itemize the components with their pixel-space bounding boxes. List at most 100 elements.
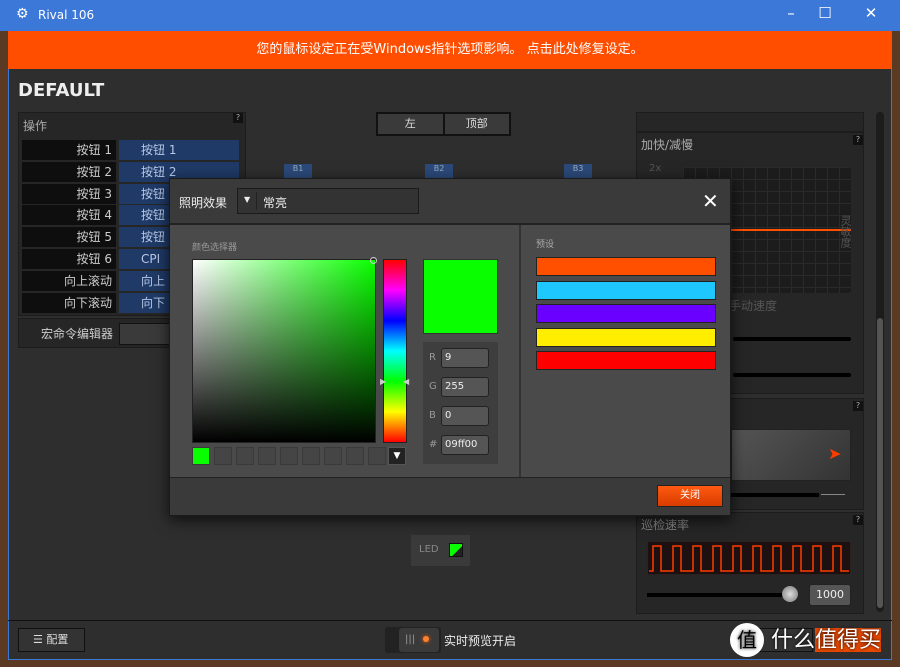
polling-panel: 巡检速率 ? 1000 [636, 512, 864, 614]
g-input[interactable]: 255 [441, 377, 489, 397]
hue-handle-icon[interactable]: ▶ [380, 377, 386, 386]
polling-slider[interactable] [647, 593, 797, 597]
hue-slider[interactable] [383, 259, 407, 443]
preset-color[interactable] [536, 304, 716, 323]
y-top-label: 2x [649, 163, 662, 174]
g-label: G [429, 381, 437, 392]
led-label: LED [419, 544, 439, 555]
swatch-dropdown-button[interactable]: ▼ [388, 447, 406, 465]
maximize-button[interactable]: ☐ [810, 4, 840, 26]
hue-handle-icon[interactable]: ◀ [403, 377, 409, 386]
close-window-button[interactable]: ✕ [856, 4, 886, 26]
button-label: 按钮 4 [22, 205, 116, 226]
recent-color-swatch[interactable] [346, 447, 364, 465]
chevron-down-icon: ▼ [244, 195, 251, 204]
dialog-divider [519, 225, 521, 477]
rgb-fields: R 9 G 255 B 0 # 09ff00 [423, 342, 498, 464]
title-bar: ⚙ Rival 106 – ☐ ✕ [0, 0, 900, 31]
current-color-preview [423, 259, 498, 334]
preset-color[interactable] [536, 280, 716, 300]
b-input[interactable]: 0 [441, 406, 489, 426]
r-input[interactable]: 9 [441, 348, 489, 368]
r-label: R [429, 352, 436, 363]
effect-select[interactable]: ▼ 常亮 [237, 188, 419, 214]
hex-label: # [429, 439, 438, 450]
preset-color[interactable] [536, 257, 716, 276]
scrollbar-thumb[interactable] [877, 318, 883, 608]
effect-label: 照明效果 [179, 196, 228, 210]
cursor-icon: ➤ [828, 444, 842, 463]
warning-banner[interactable]: 您的鼠标设定正在受Windows指针选项影响。 点击此处修复设定。 [8, 31, 892, 69]
recent-color-swatch[interactable] [280, 447, 298, 465]
window-title: Rival 106 [38, 8, 95, 22]
view-tabs: 左 顶部 [376, 112, 511, 136]
button-label: 按钮 2 [22, 161, 116, 182]
footer-divider [8, 620, 892, 621]
config-label: 配置 [46, 633, 69, 646]
button-label: 按钮 5 [22, 227, 116, 248]
presets-title: 预设 [536, 240, 555, 250]
dialog-footer: 关闭 [170, 477, 730, 515]
polling-value[interactable]: 1000 [809, 584, 851, 606]
deceleration-slider[interactable] [733, 373, 851, 377]
status-light-icon [423, 636, 430, 642]
button-action-select[interactable]: 按钮 1 [119, 140, 239, 160]
lighting-dialog: 照明效果 ▼ 常亮 ✕ 颜色选择器 ▶ ◀ ▼ R 9 G 255 B 0 # … [169, 178, 731, 516]
b-label: B [429, 410, 436, 421]
config-button[interactable]: ☰ 配置 [18, 628, 85, 652]
minimize-button[interactable]: – [776, 4, 806, 26]
acceleration-slider[interactable] [733, 337, 851, 341]
dialog-close-button[interactable]: 关闭 [657, 485, 723, 507]
preset-color[interactable] [536, 327, 716, 347]
recent-color-swatch[interactable] [236, 447, 254, 465]
recent-color-swatch[interactable] [214, 447, 232, 465]
button-label: 按钮 1 [22, 140, 116, 160]
manual-speed-label: 手动速度 [729, 299, 778, 313]
top-panel-stub [636, 112, 864, 132]
polling-waveform [647, 541, 851, 575]
button-label: 向下滚动 [22, 292, 116, 313]
macro-editor-label: 宏命令编辑器 [40, 327, 113, 341]
sensitivity-label: 灵敏度 [839, 215, 852, 248]
button-label: 按钮 6 [22, 249, 116, 269]
button-label: 向上滚动 [22, 270, 116, 291]
hex-input[interactable]: 09ff00 [441, 435, 489, 455]
polling-slider-handle[interactable] [781, 586, 798, 602]
toggle-knob[interactable]: ||| [399, 628, 439, 652]
picker-handle[interactable] [370, 257, 377, 264]
actions-title: 操作 [23, 119, 48, 133]
list-icon: ☰ [33, 633, 47, 646]
slider-track-end [821, 494, 845, 495]
acceleration-title: 加快/减慢 [641, 138, 694, 152]
led-zone[interactable]: LED [411, 535, 470, 566]
scrollbar[interactable] [876, 112, 884, 612]
recent-color-swatch[interactable] [258, 447, 276, 465]
select-divider [256, 192, 257, 210]
watermark-logo: 值 什么值得买 [730, 622, 881, 657]
tab-left[interactable]: 左 [378, 114, 443, 134]
live-preview-toggle[interactable]: ||| [385, 627, 441, 653]
help-icon[interactable]: ? [853, 401, 863, 411]
recent-color-swatch[interactable] [302, 447, 320, 465]
preset-color[interactable] [536, 351, 716, 370]
recent-color-swatch[interactable] [192, 447, 210, 465]
dialog-header: 照明效果 ▼ 常亮 ✕ [170, 179, 730, 225]
polling-title: 巡检速率 [641, 518, 690, 532]
close-icon[interactable]: ✕ [702, 189, 719, 213]
recent-color-swatch[interactable] [368, 447, 386, 465]
help-icon[interactable]: ? [853, 515, 863, 525]
effect-value: 常亮 [263, 196, 288, 210]
steelseries-logo-icon: ⚙ [16, 6, 29, 22]
angle-snap-preview: ➤ [731, 429, 851, 481]
help-icon[interactable]: ? [233, 113, 243, 123]
tab-top[interactable]: 顶部 [444, 114, 509, 134]
recent-color-swatch[interactable] [324, 447, 342, 465]
picker-title: 颜色选择器 [192, 243, 238, 253]
profile-name: DEFAULT [18, 80, 105, 101]
help-icon[interactable]: ? [853, 135, 863, 145]
button-label: 按钮 3 [22, 183, 116, 204]
angle-snap-slider[interactable] [731, 493, 819, 497]
live-preview-label: 实时预览开启 [444, 634, 517, 648]
saturation-value-picker[interactable] [192, 257, 377, 443]
led-color-swatch[interactable] [449, 543, 463, 557]
